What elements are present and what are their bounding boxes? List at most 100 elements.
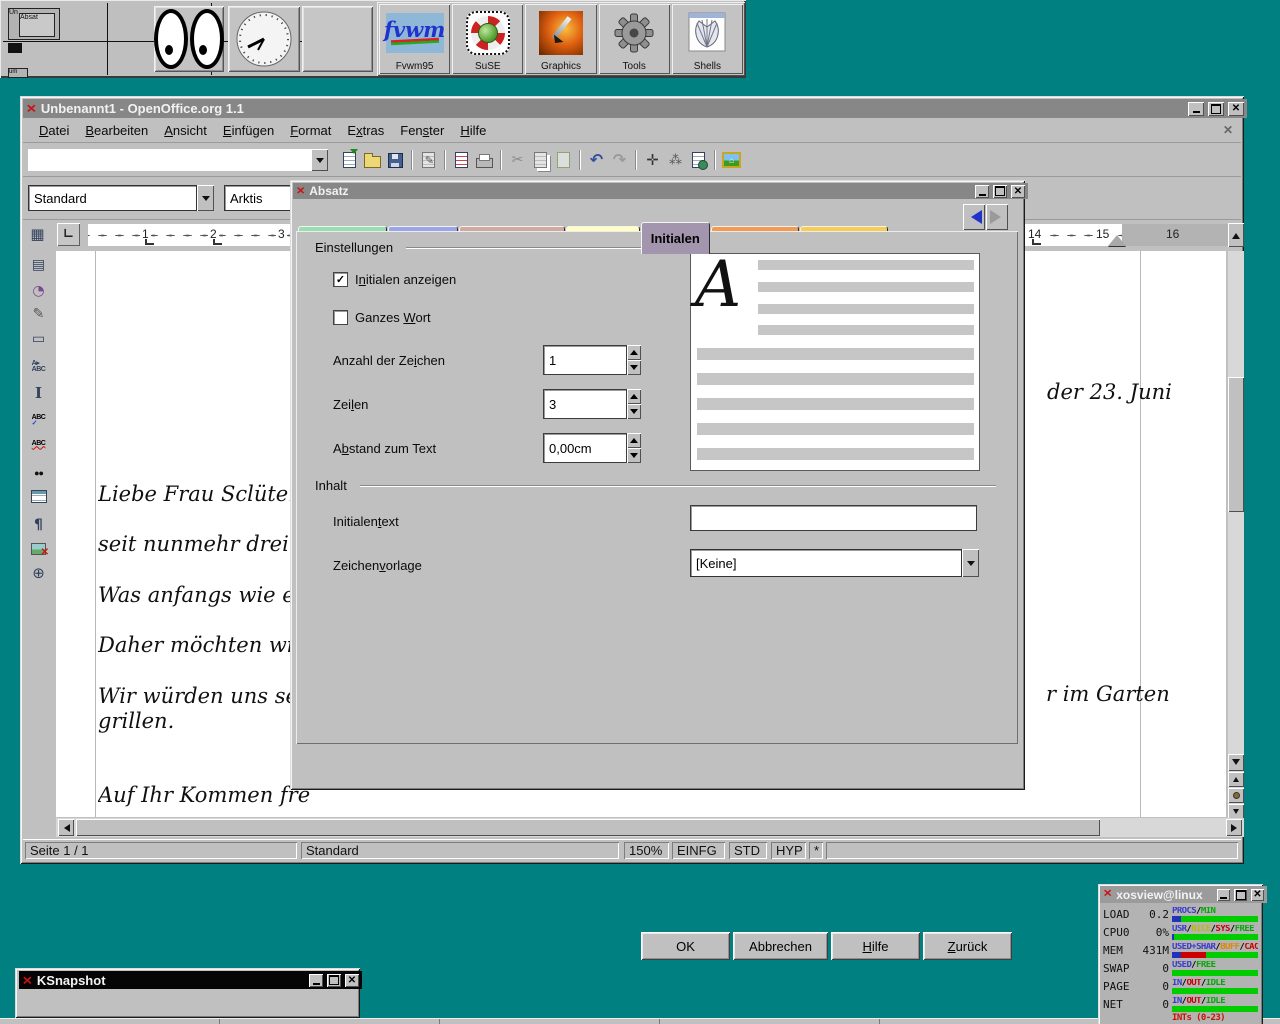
scroll-left-button[interactable] xyxy=(58,819,74,836)
minimize-button[interactable] xyxy=(1188,102,1204,116)
cancel-button[interactable]: Abbrechen xyxy=(733,932,828,960)
writer-titlebar[interactable]: ✕ Unbenannt1 - OpenOffice.org 1.1 ✕ xyxy=(23,99,1247,118)
checkbox-checked[interactable]: ✓ xyxy=(333,272,348,287)
navigation-dot-button[interactable] xyxy=(1228,788,1244,803)
ksnapshot-titlebar[interactable]: ✕ KSnapshot ✕ xyxy=(19,971,362,989)
status-selection-mode[interactable]: STD xyxy=(729,842,767,859)
data-sources-button[interactable] xyxy=(27,485,50,508)
tab-scroll-right-button[interactable] xyxy=(986,204,1008,230)
vertical-scrollbar[interactable] xyxy=(1228,251,1244,817)
tab-scroll-left-button[interactable] xyxy=(963,204,985,230)
checkbox-row-initialen-anzeigen[interactable]: ✓ Initialen anzeigen xyxy=(333,272,456,287)
back-button[interactable]: Zurück xyxy=(923,932,1012,960)
minimize-button[interactable] xyxy=(309,974,323,987)
zeichenvorlage-combobox[interactable]: [Keine] xyxy=(690,549,979,577)
hyperlink-button[interactable] xyxy=(687,149,710,172)
spin-value[interactable]: 0,00cm xyxy=(543,433,627,463)
pager-mini-window-absatz[interactable]: Absat xyxy=(19,13,55,37)
minimize-button[interactable] xyxy=(1217,889,1230,901)
spin-field-anzahl[interactable]: 1 xyxy=(543,345,641,375)
style-dropdown-button[interactable] xyxy=(197,185,214,211)
spin-value[interactable]: 1 xyxy=(543,345,627,375)
print-button[interactable] xyxy=(473,149,496,172)
save-button[interactable] xyxy=(384,149,407,172)
url-combobox[interactable] xyxy=(28,149,328,171)
maximize-button[interactable] xyxy=(1208,102,1224,116)
launcher-graphics[interactable]: Graphics xyxy=(525,4,596,74)
ok-button[interactable]: OK xyxy=(641,932,730,960)
right-margin-marker[interactable] xyxy=(1108,226,1126,246)
close-button[interactable]: ✕ xyxy=(345,974,359,987)
online-layout-button[interactable]: ⊕ xyxy=(27,562,50,585)
spin-field-abstand[interactable]: 0,00cm xyxy=(543,433,641,463)
autotext-button[interactable]: A▸ABC xyxy=(27,355,50,378)
direct-cursor-button[interactable]: I xyxy=(27,381,50,404)
status-hyperlink-mode[interactable]: HYP xyxy=(771,842,806,859)
scroll-right-button[interactable] xyxy=(1226,819,1242,836)
pager-iconified-window[interactable] xyxy=(8,43,22,53)
draw-functions-button[interactable]: ✎ xyxy=(27,302,50,325)
launcher-fvwm95[interactable]: fvwm Fvwm95 xyxy=(379,4,450,74)
horizontal-scrollbar-thumb[interactable] xyxy=(76,819,1100,836)
spellcheck-button[interactable]: ABC✓ xyxy=(27,409,50,432)
close-button[interactable]: ✕ xyxy=(1228,102,1244,116)
spin-up-button[interactable] xyxy=(627,345,641,360)
previous-page-button[interactable] xyxy=(1228,772,1244,787)
close-document-icon[interactable]: ✕ xyxy=(1223,123,1241,137)
xosview-titlebar[interactable]: ✕ xosview@linux ✕ xyxy=(1100,886,1267,903)
find-replace-button[interactable]: ●● xyxy=(27,461,50,484)
insert-table-button[interactable]: ▦ xyxy=(26,223,49,246)
menu-fenster[interactable]: Fenster xyxy=(392,121,452,140)
new-document-button[interactable] xyxy=(338,149,361,172)
menu-extras[interactable]: Extras xyxy=(339,121,392,140)
xeyes-button[interactable] xyxy=(154,6,224,72)
launcher-shells[interactable]: Shells xyxy=(672,4,743,74)
paragraph-style-combobox[interactable]: Standard xyxy=(28,185,214,211)
vertical-scrollbar-thumb[interactable] xyxy=(1228,377,1244,512)
url-input[interactable] xyxy=(28,149,311,171)
launcher-tools[interactable]: Tools xyxy=(599,4,670,74)
navigator-button[interactable]: ✛ xyxy=(641,149,664,172)
menu-einfügen[interactable]: Einfügen xyxy=(215,121,282,140)
open-button[interactable] xyxy=(361,149,384,172)
status-insert-mode[interactable]: EINFG xyxy=(672,842,725,859)
spin-down-button[interactable] xyxy=(627,360,641,375)
dialog-close-button[interactable]: ✕ xyxy=(1011,185,1025,198)
maximize-button[interactable] xyxy=(327,974,341,987)
tab-type-button[interactable]: ∟ xyxy=(57,223,80,246)
bottom-taskbar-edge[interactable] xyxy=(0,1018,1280,1024)
initialentext-input[interactable] xyxy=(690,505,977,531)
dialog-tab-initialen[interactable]: Initialen xyxy=(641,222,710,254)
close-button[interactable]: ✕ xyxy=(1251,889,1264,901)
insert-object-button[interactable]: ◔ xyxy=(27,279,50,302)
menu-hilfe[interactable]: Hilfe xyxy=(452,121,494,140)
redo-button[interactable]: ↷ xyxy=(608,149,631,172)
dialog-minimize-button[interactable] xyxy=(975,185,989,198)
help-button[interactable]: Hilfe xyxy=(831,932,920,960)
menu-format[interactable]: Format xyxy=(282,121,339,140)
cut-button[interactable]: ✂ xyxy=(506,149,529,172)
next-page-button[interactable] xyxy=(1228,804,1244,819)
edit-file-button[interactable]: ✎ xyxy=(417,149,440,172)
empty-launcher-button[interactable] xyxy=(302,6,373,72)
url-dropdown-button[interactable] xyxy=(311,149,328,171)
maximize-button[interactable] xyxy=(1234,889,1247,901)
status-pagestyle[interactable]: Standard xyxy=(301,842,619,859)
nonprinting-characters-button[interactable]: ¶ xyxy=(27,513,50,536)
menu-datei[interactable]: Datei xyxy=(31,121,77,140)
gallery-button[interactable]: ⌂ xyxy=(720,149,743,172)
copy-button[interactable] xyxy=(529,149,552,172)
scroll-down-button[interactable] xyxy=(1228,754,1244,771)
dialog-titlebar[interactable]: ✕ Absatz ✕ xyxy=(293,183,1028,199)
spin-up-button[interactable] xyxy=(627,433,641,448)
zeichenvorlage-dropdown-button[interactable] xyxy=(962,549,979,577)
paste-button[interactable] xyxy=(552,149,575,172)
stylist-button[interactable]: ⁂ xyxy=(664,149,687,172)
xclock-button[interactable] xyxy=(228,6,300,72)
export-pdf-button[interactable] xyxy=(450,149,473,172)
undo-button[interactable]: ↶ xyxy=(585,149,608,172)
insert-frame-button[interactable]: ▭ xyxy=(27,327,50,350)
checkbox-unchecked[interactable] xyxy=(333,310,348,325)
spin-value[interactable]: 3 xyxy=(543,389,627,419)
spin-down-button[interactable] xyxy=(627,448,641,463)
